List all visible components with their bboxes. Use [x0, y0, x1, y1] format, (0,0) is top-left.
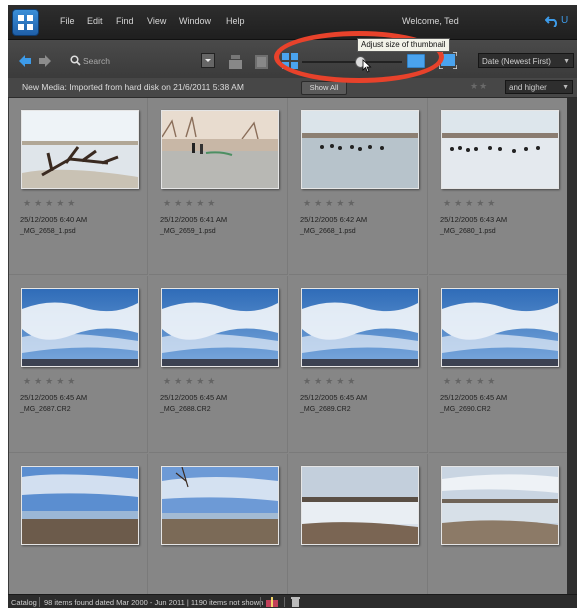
photo-thumbnail[interactable]	[441, 110, 559, 189]
photo-thumbnail[interactable]	[161, 466, 279, 545]
import-info-text: New Media: Imported from hard disk on 21…	[22, 82, 244, 92]
photo-thumbnail[interactable]	[441, 288, 559, 367]
menu-bar: File Edit Find View Window Help Welcome,…	[8, 5, 577, 40]
back-arrow-icon[interactable]	[18, 54, 32, 68]
search-box[interactable]: Search	[70, 54, 208, 69]
full-screen-icon[interactable]	[439, 52, 457, 69]
photo-filename: _MG_2689.CR2	[300, 406, 351, 413]
thumbnail-cell[interactable]: ★★★★★ 25/12/2005 6:45 AM _MG_2689.CR2	[289, 276, 428, 453]
photo-date: 25/12/2005 6:45 AM	[440, 393, 508, 402]
chevron-down-icon: ▼	[563, 58, 570, 65]
rating-filter-select[interactable]: and higher ▼	[505, 80, 573, 94]
media-browser-grid: ★★★★★ 25/12/2005 6:40 AM _MG_2658_1.psd ★★★…	[9, 98, 567, 594]
thumbnail-cell[interactable]: ★★★★★ 25/12/2005 6:43 AM _MG_2680_1.psd	[429, 98, 567, 275]
menu-view[interactable]: View	[147, 16, 166, 26]
thumbnail-cell[interactable]	[149, 454, 288, 594]
thumbnail-cell[interactable]	[429, 454, 567, 594]
forward-arrow-icon[interactable]	[38, 54, 52, 68]
rating-stars[interactable]: ★★★★★	[23, 376, 78, 387]
show-all-button[interactable]: Show All	[301, 81, 347, 95]
photo-thumbnail[interactable]	[21, 288, 139, 367]
chevron-down-icon: ▼	[562, 84, 569, 91]
mouse-cursor-icon	[362, 59, 372, 73]
photo-filename: _MG_2659_1.psd	[160, 228, 216, 235]
menu-find[interactable]: Find	[116, 16, 134, 26]
photo-filename: _MG_2688.CR2	[160, 406, 211, 413]
photo-thumbnail[interactable]	[161, 110, 279, 189]
trash-icon[interactable]	[291, 597, 300, 607]
search-icon	[70, 55, 81, 66]
photo-filename: _MG_2687.CR2	[20, 406, 71, 413]
undo-button[interactable]: U	[545, 13, 575, 31]
photo-thumbnail[interactable]	[301, 288, 419, 367]
photo-thumbnail[interactable]	[301, 110, 419, 189]
info-bar: New Media: Imported from hard disk on 21…	[8, 78, 577, 98]
slider-tooltip: Adjust size of thumbnail	[357, 38, 450, 52]
divider	[284, 597, 285, 607]
stack-icon[interactable]	[229, 55, 242, 69]
toolbar: Search Date (Newest First) ▼	[8, 40, 577, 79]
photo-date: 25/12/2005 6:41 AM	[160, 215, 228, 224]
photo-filename: _MG_2690.CR2	[440, 406, 491, 413]
photo-date: 25/12/2005 6:45 AM	[160, 393, 228, 402]
status-text: 98 items found dated Mar 2000 - Jun 2011…	[44, 598, 264, 607]
undo-icon	[545, 16, 558, 27]
thumbnail-cell[interactable]: ★★★★★ 25/12/2005 6:45 AM _MG_2688.CR2	[149, 276, 288, 453]
thumbnail-cell[interactable]: ★★★★★ 25/12/2005 6:45 AM _MG_2690.CR2	[429, 276, 567, 453]
rating-stars[interactable]: ★★★★★	[163, 376, 218, 387]
photo-date: 25/12/2005 6:43 AM	[440, 215, 508, 224]
divider	[260, 597, 261, 607]
large-thumbnail-icon[interactable]	[407, 54, 425, 68]
organizer-window: File Edit Find View Window Help Welcome,…	[8, 5, 577, 608]
thumbnail-size-slider[interactable]	[302, 61, 402, 63]
photo-filename: _MG_2680_1.psd	[440, 228, 496, 235]
thumbnail-cell[interactable]: ★★★★★ 25/12/2005 6:40 AM _MG_2658_1.psd	[9, 98, 148, 275]
thumbnail-cell[interactable]: ★★★★★ 25/12/2005 6:45 AM _MG_2687.CR2	[9, 276, 148, 453]
rating-stars[interactable]: ★★★★★	[163, 198, 218, 209]
thumbnail-cell[interactable]: ★★★★★ 25/12/2005 6:41 AM _MG_2659_1.psd	[149, 98, 288, 275]
thumbnail-cell[interactable]	[289, 454, 428, 594]
search-dropdown-button[interactable]	[201, 53, 215, 68]
gift-icon[interactable]	[266, 597, 278, 607]
rating-stars[interactable]: ★★★★★	[443, 376, 498, 387]
photo-thumbnail[interactable]	[301, 466, 419, 545]
photo-filename: _MG_2668_1.psd	[300, 228, 356, 235]
search-input[interactable]: Search	[83, 56, 110, 66]
rating-filter-stars[interactable]: ★★	[470, 81, 488, 92]
welcome-text: Welcome, Ted	[402, 16, 459, 26]
menu-help[interactable]: Help	[226, 16, 245, 26]
photo-date: 25/12/2005 6:45 AM	[300, 393, 368, 402]
rating-stars[interactable]: ★★★★★	[303, 376, 358, 387]
sort-order-select[interactable]: Date (Newest First) ▼	[478, 53, 574, 68]
rating-stars[interactable]: ★★★★★	[443, 198, 498, 209]
photo-date: 25/12/2005 6:45 AM	[20, 393, 88, 402]
rating-stars[interactable]: ★★★★★	[23, 198, 78, 209]
photo-thumbnail[interactable]	[21, 110, 139, 189]
thumbnail-cell[interactable]: ★★★★★ 25/12/2005 6:42 AM _MG_2668_1.psd	[289, 98, 428, 275]
photo-date: 25/12/2005 6:40 AM	[20, 215, 88, 224]
status-bar: Catalog 98 items found dated Mar 2000 - …	[8, 594, 577, 608]
photo-thumbnail[interactable]	[161, 288, 279, 367]
view-toggle-icon[interactable]	[255, 55, 268, 69]
photo-thumbnail[interactable]	[21, 466, 139, 545]
menu-file[interactable]: File	[60, 16, 75, 26]
catalog-label[interactable]: Catalog	[11, 598, 37, 607]
vertical-scrollbar[interactable]	[567, 98, 577, 594]
thumbnail-cell[interactable]	[9, 454, 148, 594]
rating-stars[interactable]: ★★★★★	[303, 198, 358, 209]
menu-window[interactable]: Window	[179, 16, 211, 26]
menu-edit[interactable]: Edit	[87, 16, 103, 26]
photo-filename: _MG_2658_1.psd	[20, 228, 76, 235]
photo-thumbnail[interactable]	[441, 466, 559, 545]
divider	[39, 597, 40, 607]
photo-date: 25/12/2005 6:42 AM	[300, 215, 368, 224]
chevron-down-icon	[205, 59, 211, 62]
app-logo-icon[interactable]	[12, 9, 39, 36]
small-thumbnails-icon[interactable]	[282, 53, 298, 69]
